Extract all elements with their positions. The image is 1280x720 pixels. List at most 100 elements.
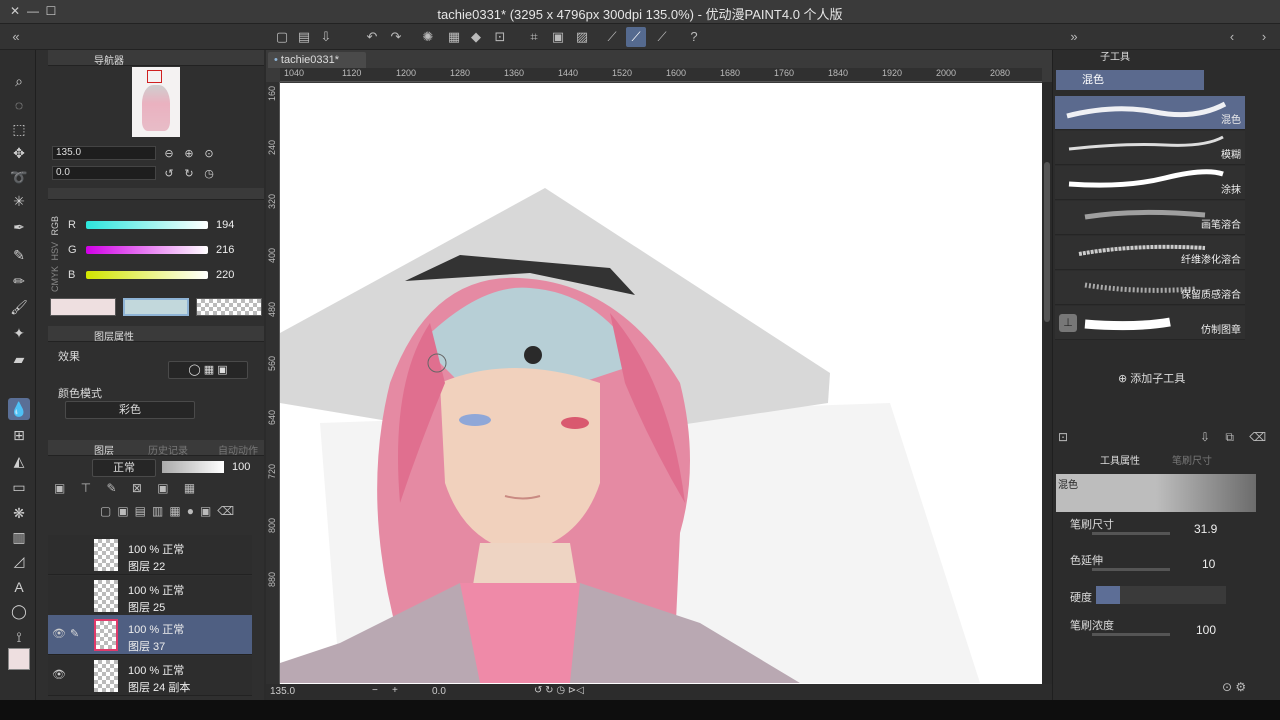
brush-blend[interactable]: 混色 bbox=[1055, 96, 1245, 130]
move-icon[interactable]: ✥ bbox=[8, 142, 30, 164]
navigator-tab[interactable]: 导航器 bbox=[94, 52, 124, 67]
fill-icon[interactable]: ◆ bbox=[466, 27, 486, 47]
brush-blur[interactable]: 模糊 bbox=[1055, 131, 1245, 165]
new-file-icon[interactable]: ▢ bbox=[272, 27, 292, 47]
text-icon[interactable]: A bbox=[8, 576, 30, 598]
open-folder-icon[interactable]: ▤ bbox=[294, 27, 314, 47]
blend-mode-select[interactable]: 正常 bbox=[92, 459, 156, 477]
rotate-icon[interactable]: ◌ bbox=[8, 94, 30, 116]
sub-tool-group-tab[interactable]: 混色 bbox=[1056, 70, 1204, 90]
visibility-eye-icon[interactable]: 👁 bbox=[52, 668, 66, 681]
blend-tool-icon[interactable]: 💧 bbox=[8, 398, 30, 420]
redo-icon[interactable]: ↷ bbox=[386, 27, 406, 47]
eyedropper-icon[interactable]: ✒ bbox=[8, 216, 30, 238]
brush-size-slider[interactable] bbox=[1092, 532, 1170, 535]
airbrush-icon[interactable]: ✦ bbox=[8, 322, 30, 344]
loading-icon[interactable]: ✺ bbox=[418, 27, 438, 47]
snap-icon[interactable]: ⟋ bbox=[626, 27, 646, 47]
tab-tool-property[interactable]: 工具属性 bbox=[1100, 454, 1140, 470]
ruler-tool-icon[interactable]: ◿ bbox=[8, 550, 30, 572]
brush-size-value[interactable]: 31.9 bbox=[1194, 522, 1217, 536]
brush-texture-blend[interactable]: 保留质感溶合 bbox=[1055, 271, 1245, 305]
zoom-field[interactable]: 135.0 bbox=[52, 146, 156, 160]
clear-icon[interactable]: ▦ bbox=[444, 27, 464, 47]
save-icon[interactable]: ⇩ bbox=[316, 27, 336, 47]
main-color-chip[interactable] bbox=[50, 298, 116, 316]
visibility-eye-icon[interactable]: 👁 bbox=[52, 627, 66, 640]
main-color-swatch[interactable] bbox=[8, 648, 30, 670]
zoom-out-icon[interactable]: ⊖ bbox=[160, 143, 178, 161]
opacity-value[interactable]: 100 bbox=[232, 461, 250, 473]
figure-icon[interactable]: ⊞ bbox=[8, 424, 30, 446]
channel-r-slider[interactable] bbox=[86, 221, 208, 229]
tab-brush-size[interactable]: 笔刷尺寸 bbox=[1172, 454, 1212, 470]
drawing-canvas[interactable] bbox=[280, 83, 1042, 684]
balloon-icon[interactable]: ◯ bbox=[8, 600, 30, 622]
hardness-selector[interactable] bbox=[1096, 586, 1226, 604]
brush-fiber-blend[interactable]: 纤维渗化溶合 bbox=[1055, 236, 1245, 270]
sub-color-chip[interactable] bbox=[123, 298, 189, 316]
status-zoom-out-icon[interactable]: − bbox=[372, 685, 378, 696]
select-all-icon[interactable]: ▣ bbox=[548, 27, 568, 47]
channel-g-slider[interactable] bbox=[86, 246, 208, 254]
zoom-in-icon[interactable]: ⊕ bbox=[180, 143, 198, 161]
layer-properties-tab[interactable]: 图层属性 bbox=[94, 328, 134, 343]
brush-paint-blend[interactable]: 画笔溶合 bbox=[1055, 201, 1245, 235]
mode-tab-hsv[interactable]: HSV bbox=[50, 242, 60, 261]
mode-tab-cmyk[interactable]: CMYK bbox=[50, 266, 60, 292]
transparent-color-chip[interactable] bbox=[196, 298, 262, 316]
tab-history[interactable]: 历史记录 bbox=[148, 442, 188, 457]
color-mode-select[interactable]: 彩色 bbox=[65, 401, 195, 419]
pen-icon[interactable]: ✎ bbox=[8, 244, 30, 266]
crop-icon[interactable]: ⌗ bbox=[524, 27, 544, 47]
mode-tab-rgb[interactable]: RGB bbox=[50, 216, 60, 236]
collapse-right-icon[interactable]: » bbox=[1064, 27, 1084, 47]
brush-icon[interactable]: 🖌 bbox=[8, 296, 30, 318]
help-icon[interactable]: ? bbox=[684, 27, 704, 47]
rotate-field[interactable]: 0.0 bbox=[52, 166, 156, 180]
pencil-icon[interactable]: ✏ bbox=[8, 270, 30, 292]
status-rotate[interactable]: 0.0 bbox=[432, 686, 446, 697]
effect-buttons[interactable]: ◯ ▦ ▣ bbox=[168, 361, 248, 379]
panel-menu-right-icon[interactable]: › bbox=[1254, 27, 1274, 47]
channel-b-value[interactable]: 220 bbox=[216, 269, 234, 281]
view-frame[interactable] bbox=[147, 70, 162, 83]
collapse-left-icon[interactable]: « bbox=[6, 27, 26, 47]
brush-density-value[interactable]: 100 bbox=[1196, 623, 1216, 637]
lasso-icon[interactable]: ➰ bbox=[8, 166, 30, 188]
rotate-left-icon[interactable]: ↺ bbox=[160, 163, 178, 181]
brush-density-slider[interactable] bbox=[1092, 633, 1170, 636]
eraser-icon[interactable]: ▰ bbox=[8, 348, 30, 370]
layer-row-24-copy[interactable]: 👁 100 % 正常 图层 24 副本 bbox=[48, 656, 252, 696]
channel-b-slider[interactable] bbox=[86, 271, 208, 279]
document-tab[interactable]: • tachie0331* bbox=[268, 52, 366, 68]
opacity-slider[interactable] bbox=[162, 461, 224, 473]
tab-auto-action[interactable]: 自动动作 bbox=[218, 442, 258, 457]
zoom-icon[interactable]: ⌕ bbox=[8, 70, 30, 92]
sub-tool-settings-icon[interactable]: ⊡ bbox=[1058, 430, 1068, 444]
channel-g-value[interactable]: 216 bbox=[216, 244, 234, 256]
color-extension-slider[interactable] bbox=[1092, 568, 1170, 571]
channel-r-value[interactable]: 194 bbox=[216, 219, 234, 231]
magic-wand-icon[interactable]: ✳ bbox=[8, 190, 30, 212]
layer-row-22[interactable]: 100 % 正常 图层 22 bbox=[48, 535, 252, 575]
panel-menu-left-icon[interactable]: ‹ bbox=[1222, 27, 1242, 47]
brush-smudge[interactable]: 涂抹 bbox=[1055, 166, 1245, 200]
transform-icon[interactable]: ⊡ bbox=[490, 27, 510, 47]
undo-icon[interactable]: ↶ bbox=[362, 27, 382, 47]
add-sub-tool-button[interactable]: ⊕ 添加子工具 bbox=[1118, 370, 1185, 386]
fit-icon[interactable]: ⊙ bbox=[200, 143, 218, 161]
tool-settings-icon[interactable]: ⊙ ⚙ bbox=[1222, 680, 1246, 694]
hardness-selected-cell[interactable] bbox=[1096, 586, 1120, 604]
brush-clone-stamp[interactable]: ⊥ 仿制图章 bbox=[1055, 306, 1245, 340]
correct-line-icon[interactable]: ⟟ bbox=[8, 626, 30, 648]
rotate-right-icon[interactable]: ↻ bbox=[180, 163, 198, 181]
reset-rotate-icon[interactable]: ◷ bbox=[200, 163, 218, 181]
deselect-icon[interactable]: ▨ bbox=[572, 27, 592, 47]
brush-snap-icon[interactable]: ⟋ bbox=[652, 27, 672, 47]
decoration-icon[interactable]: ❋ bbox=[8, 502, 30, 524]
layer-row-25[interactable]: 100 % 正常 图层 25 bbox=[48, 576, 252, 616]
color-extension-value[interactable]: 10 bbox=[1202, 557, 1215, 571]
layer-row-37[interactable]: 👁 ✎ 100 % 正常 图层 37 bbox=[48, 615, 252, 655]
frame-icon[interactable]: ▥ bbox=[8, 526, 30, 548]
